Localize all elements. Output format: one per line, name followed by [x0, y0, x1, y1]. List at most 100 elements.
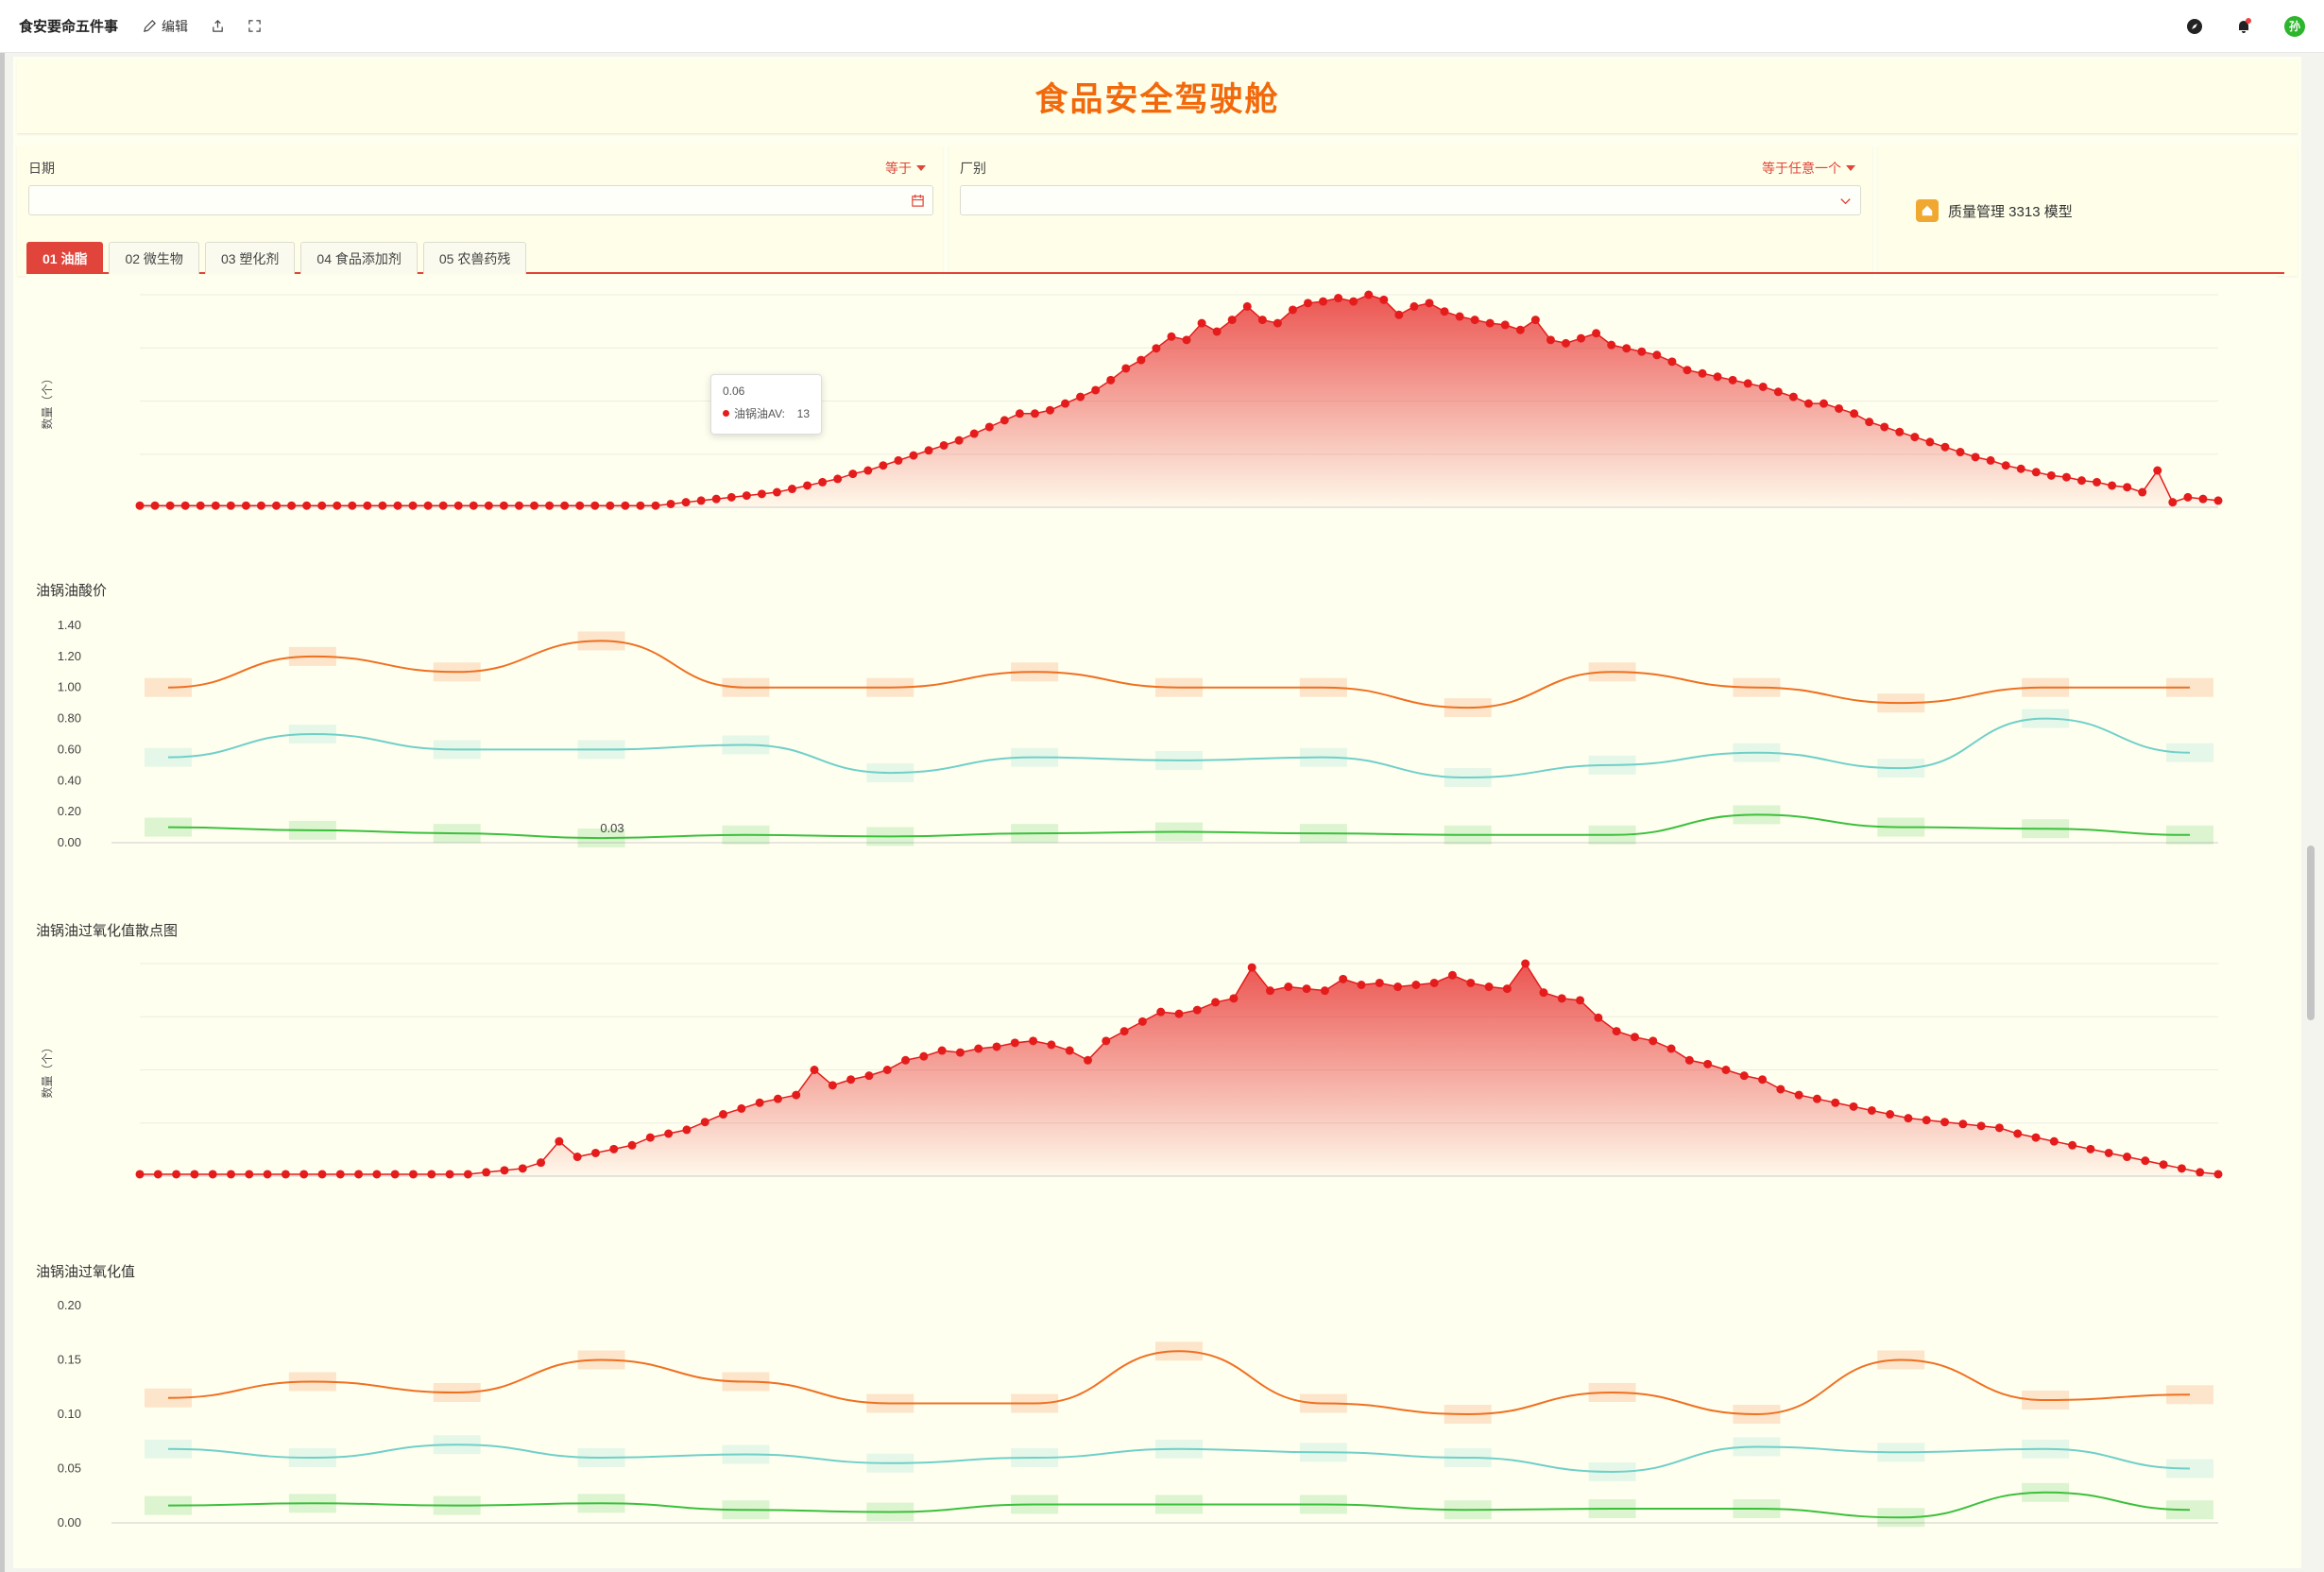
av-distribution-chart[interactable]: 数量（个）: [26, 276, 2277, 559]
data-label-box: [2022, 819, 2070, 839]
peroxide-scatter-chart[interactable]: 数量（个）: [26, 945, 2277, 1228]
y-tick-label: 0.00: [58, 1515, 81, 1529]
data-label-box: [1299, 1443, 1347, 1462]
factory-filter-label: 厂别: [960, 161, 986, 176]
data-label-box: [577, 631, 625, 651]
data-label-box: [1444, 825, 1492, 845]
data-label-box: [145, 817, 192, 837]
data-point: [1812, 1094, 1821, 1103]
data-point: [627, 1140, 637, 1150]
data-label-box: [577, 1494, 625, 1513]
data-label-box: [288, 1494, 336, 1513]
data-point: [1425, 299, 1434, 308]
data-point: [2141, 1156, 2150, 1166]
data-point: [1867, 1105, 1876, 1115]
data-point: [150, 501, 160, 510]
page-scrollbar[interactable]: [2307, 846, 2315, 1020]
data-point: [1683, 366, 1692, 375]
data-point: [645, 1133, 655, 1142]
data-point: [1850, 409, 1859, 419]
data-label-box: [1011, 1495, 1059, 1514]
fullscreen-button[interactable]: [248, 19, 262, 33]
compass-icon[interactable]: [2186, 18, 2203, 35]
data-label-box: [1877, 1443, 1925, 1462]
data-point: [818, 477, 828, 487]
data-point: [1192, 1005, 1202, 1015]
data-label-box: [1011, 824, 1059, 844]
tab-food-additives[interactable]: 04 食品添加剂: [300, 242, 418, 274]
toolbar-right: 孙: [2186, 15, 2305, 37]
data-point: [1000, 416, 1009, 425]
data-point: [427, 1170, 436, 1179]
data-point: [1713, 372, 1722, 382]
share-button[interactable]: [211, 19, 225, 33]
data-point: [2183, 492, 2193, 502]
data-point: [463, 1170, 472, 1179]
data-label-box: [1444, 1448, 1492, 1467]
data-point: [1940, 1118, 1950, 1127]
data-point: [1470, 316, 1479, 325]
date-filter-operator[interactable]: 等于: [885, 159, 926, 178]
data-label-box: [1011, 662, 1059, 682]
data-label-box: [1877, 1508, 1925, 1528]
data-point: [2153, 466, 2162, 475]
data-point: [1010, 1038, 1019, 1048]
data-label-box: [288, 725, 336, 743]
data-label-box: [2166, 1385, 2213, 1405]
data-point: [810, 1066, 819, 1074]
data-label-box: [2022, 709, 2070, 728]
bell-icon[interactable]: [2235, 17, 2252, 35]
calendar-icon[interactable]: [911, 194, 925, 208]
data-point: [621, 501, 630, 510]
data-label-box: [577, 1448, 625, 1467]
data-label-box: [1155, 1439, 1203, 1459]
title-card: 食品安全驾驶舱: [17, 60, 2298, 134]
user-avatar[interactable]: 孙: [2284, 15, 2305, 37]
data-point: [180, 501, 190, 510]
data-point: [792, 1090, 801, 1100]
data-label-box: [866, 1502, 914, 1522]
data-label-box: [2166, 1459, 2213, 1478]
data-point: [1561, 338, 1570, 348]
peroxide-value-panel: 0.00 0.05 0.10 0.15 0.20: [26, 1285, 2277, 1568]
tab-oil[interactable]: 01 油脂: [26, 242, 104, 274]
data-point: [555, 1136, 564, 1146]
data-label-box: [1588, 662, 1636, 682]
data-point: [1576, 996, 1585, 1005]
data-point: [1649, 1036, 1658, 1046]
data-point: [2031, 1133, 2041, 1142]
data-point: [1447, 970, 1457, 980]
tab-pesticide-residue[interactable]: 05 农兽药残: [422, 242, 527, 274]
data-point: [1319, 297, 1328, 306]
data-point: [1265, 986, 1274, 996]
data-point: [1743, 379, 1752, 388]
data-label-box: [577, 740, 625, 760]
data-point: [2123, 483, 2132, 492]
data-label-box: [433, 740, 481, 760]
data-label-box: [1733, 1405, 1781, 1424]
data-label-box: [145, 747, 192, 767]
date-input[interactable]: [28, 185, 933, 215]
tab-plasticizer[interactable]: 03 塑化剂: [204, 242, 296, 274]
edit-button[interactable]: 编辑: [143, 17, 188, 36]
data-point: [1956, 448, 1965, 457]
data-point: [1557, 994, 1566, 1003]
data-label-box: [1299, 1495, 1347, 1514]
data-label-box: [577, 1350, 625, 1370]
factory-filter-operator[interactable]: 等于任意一个: [1762, 159, 1855, 178]
share-icon: [213, 20, 223, 32]
acid-value-title: 油锅油酸价: [36, 583, 108, 599]
data-point: [894, 455, 903, 465]
data-point: [514, 501, 523, 510]
data-point: [2049, 1136, 2059, 1146]
factory-select[interactable]: [960, 185, 1861, 215]
tab-microbes[interactable]: 02 微生物: [109, 242, 199, 274]
data-point: [518, 1164, 527, 1173]
data-point: [1835, 403, 1844, 413]
data-label-box: [1155, 822, 1203, 842]
data-point: [1895, 427, 1905, 436]
peroxide-value-chart[interactable]: 0.00 0.05 0.10 0.15 0.20: [26, 1285, 2277, 1568]
data-point: [1046, 405, 1055, 415]
acid-value-chart[interactable]: 0.00 0.20 0.40 0.60 0.80 1.00 1.20 1.40 0.03: [26, 605, 2277, 888]
data-point: [711, 494, 721, 504]
